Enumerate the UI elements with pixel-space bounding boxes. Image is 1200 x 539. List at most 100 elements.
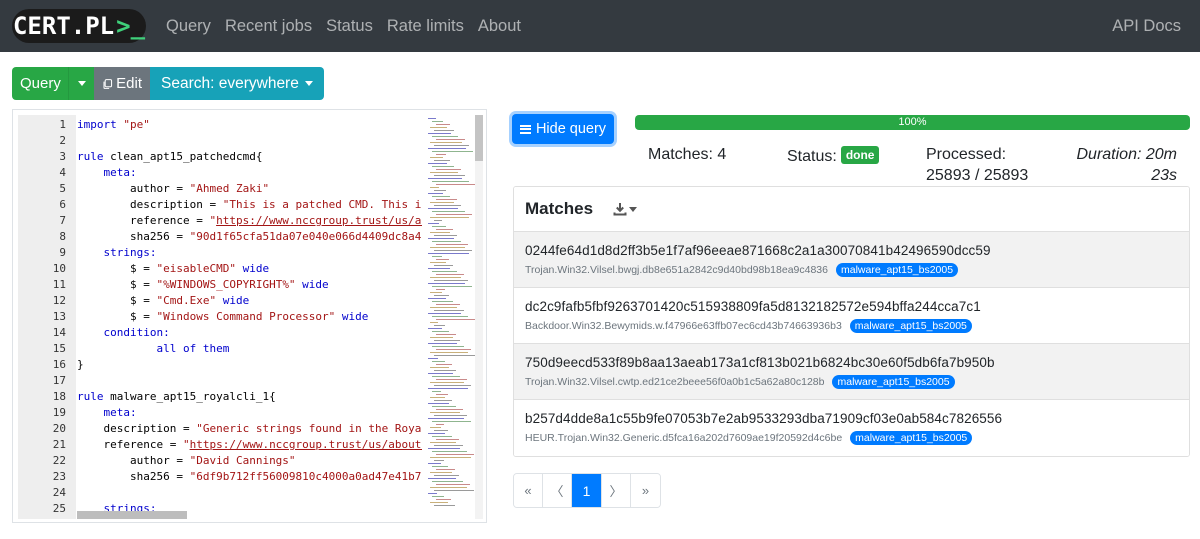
download-dropdown[interactable]	[613, 202, 638, 216]
hide-query-button[interactable]: Hide query	[512, 114, 614, 144]
match-row[interactable]: 750d9eecd533f89b8aa13aeab173a1cf813b021b…	[514, 344, 1189, 400]
code-line[interactable]: 23 sha256 = "6df9b712ff56009810c4000a0ad…	[18, 469, 481, 485]
code-line[interactable]: 3 rule clean_apt15_patchedcmd{	[18, 149, 481, 165]
code-line[interactable]: 4 meta:	[18, 165, 481, 181]
code-line[interactable]: 12 $ = "Cmd.Exe" wide	[18, 293, 481, 309]
query-dropdown-toggle[interactable]	[68, 67, 94, 100]
code-line[interactable]: 8 sha256 = "90d1f65cfa51da07e040e066d440…	[18, 229, 481, 245]
code-line[interactable]: 24	[18, 485, 481, 501]
line-number: 7	[59, 214, 66, 227]
page-next[interactable]: 〉	[602, 474, 631, 507]
minimap-line	[432, 481, 463, 482]
match-hash[interactable]: dc2c9fafb5fbf9263701420c515938809fa5d813…	[525, 299, 1189, 314]
code-line[interactable]: 5 author = "Ahmed Zaki"	[18, 181, 481, 197]
line-number: 5	[59, 182, 66, 195]
caret-down-icon	[77, 81, 86, 86]
nav-link-rate-limits[interactable]: Rate limits	[387, 17, 464, 36]
code-line[interactable]: 2	[18, 133, 481, 149]
minimap-line	[436, 424, 444, 425]
minimap-line	[428, 178, 462, 179]
edit-button[interactable]: Edit	[94, 67, 150, 100]
minimap-line	[428, 328, 442, 329]
search-scope-dropdown[interactable]: Search: everywhere	[150, 67, 324, 100]
minimap-line	[430, 397, 445, 398]
code-line[interactable]: 9 strings:	[18, 245, 481, 261]
match-hash[interactable]: 750d9eecd533f89b8aa13aeab173a1cf813b021b…	[525, 355, 1189, 370]
line-number: 3	[59, 150, 66, 163]
list-icon	[519, 124, 531, 134]
navbar: CERT.PL >_ Query Recent jobs Status Rate …	[0, 0, 1200, 52]
code-line[interactable]: 16}	[18, 357, 481, 373]
minimap-line	[436, 484, 470, 485]
minimap-line	[432, 376, 460, 377]
match-row[interactable]: b257d4dde8a1c55b9fe07053b7e2ab9533293dba…	[514, 400, 1189, 456]
minimap-line	[428, 403, 449, 404]
match-hash[interactable]: b257d4dde8a1c55b9fe07053b7e2ab9533293dba…	[525, 411, 1189, 426]
editor-horizontal-scrollbar[interactable]	[77, 511, 187, 519]
match-hash[interactable]: 0244fe64d1d8d2ff3b5e1f7af96eeae871668c2a…	[525, 243, 1189, 258]
code-line[interactable]: 14 condition:	[18, 325, 481, 341]
minimap-line	[432, 301, 453, 302]
editor-vertical-scrollbar[interactable]	[475, 115, 483, 519]
minimap-line	[432, 181, 469, 182]
minimap-line	[436, 304, 460, 305]
code-line[interactable]: 6 description = "This is a patched CMD. …	[18, 197, 481, 213]
yara-editor[interactable]: 1 import "pe" 2 3 rule clean_apt15_patchedcm…	[12, 109, 487, 523]
minimap-line	[428, 463, 441, 464]
query-button[interactable]: Query	[12, 67, 68, 100]
minimap-line	[430, 217, 469, 218]
code-text: description = "This is a patched CMD. Th…	[77, 198, 429, 211]
minimap-line	[436, 334, 456, 335]
code-area[interactable]: 1 import "pe" 2 3 rule clean_apt15_patchedcm…	[18, 115, 481, 519]
nav-link-status[interactable]: Status	[326, 17, 373, 36]
code-line[interactable]: 13 $ = "Windows Command Processor" wide	[18, 309, 481, 325]
download-icon	[613, 203, 627, 216]
page-prev[interactable]: 〈	[543, 474, 572, 507]
page-first[interactable]: «	[514, 474, 543, 507]
rule-tag: malware_apt15_bs2005	[850, 431, 973, 445]
nav-link-about[interactable]: About	[478, 17, 521, 36]
minimap-line	[430, 292, 442, 293]
match-row[interactable]: 0244fe64d1d8d2ff3b5e1f7af96eeae871668c2a…	[514, 232, 1189, 288]
page-last[interactable]: »	[631, 474, 660, 507]
query-toolbar: Query Edit Search: everywhere	[12, 67, 324, 100]
code-line[interactable]: 19 meta:	[18, 405, 481, 421]
minimap-line	[434, 145, 469, 146]
code-text: sha256 = "6df9b712ff56009810c4000a0ad47e…	[77, 470, 429, 483]
code-line[interactable]: 18 rule malware_apt15_royalcli_1{	[18, 389, 481, 405]
code-line[interactable]: 22 author = "David Cannings"	[18, 453, 481, 469]
code-line[interactable]: 20 description = "Generic strings found …	[18, 421, 481, 437]
minimap-line	[430, 457, 471, 458]
minimap-line	[430, 352, 468, 353]
code-line[interactable]: 15 all of them	[18, 341, 481, 357]
match-row[interactable]: dc2c9fafb5fbf9263701420c515938809fa5d813…	[514, 288, 1189, 344]
nav-link-query[interactable]: Query	[166, 17, 211, 36]
code-minimap[interactable]	[422, 115, 481, 519]
code-line[interactable]: 7 reference = "https://www.nccgroup.trus…	[18, 213, 481, 229]
line-number: 16	[52, 358, 66, 371]
nav-link-api-docs[interactable]: API Docs	[1112, 17, 1181, 36]
minimap-line	[428, 208, 458, 209]
minimap-line	[432, 466, 448, 467]
minimap-line	[434, 265, 453, 266]
nav-link-recent-jobs[interactable]: Recent jobs	[225, 17, 312, 36]
brand-logo[interactable]: CERT.PL >_	[12, 9, 146, 43]
code-line[interactable]: 1 import "pe"	[18, 117, 481, 133]
code-line[interactable]: 21 reference = "https://www.nccgroup.tru…	[18, 437, 481, 453]
minimap-line	[434, 475, 459, 476]
line-number: 19	[52, 406, 66, 419]
code-line[interactable]: 10 $ = "eisableCMD" wide	[18, 261, 481, 277]
page-current[interactable]: 1	[572, 474, 602, 507]
line-number: 24	[52, 486, 66, 499]
minimap-line	[434, 295, 449, 296]
minimap-line	[430, 502, 448, 503]
minimap-line	[434, 340, 460, 341]
scrollbar-thumb[interactable]	[475, 115, 483, 161]
minimap-line	[436, 394, 448, 395]
minimap-line	[434, 325, 445, 326]
minimap-line	[428, 298, 446, 299]
code-line[interactable]: 11 $ = "%WINDOWS_COPYRIGHT%" wide	[18, 277, 481, 293]
code-line[interactable]: 17	[18, 373, 481, 389]
line-number: 20	[52, 422, 66, 435]
minimap-line	[428, 133, 451, 134]
